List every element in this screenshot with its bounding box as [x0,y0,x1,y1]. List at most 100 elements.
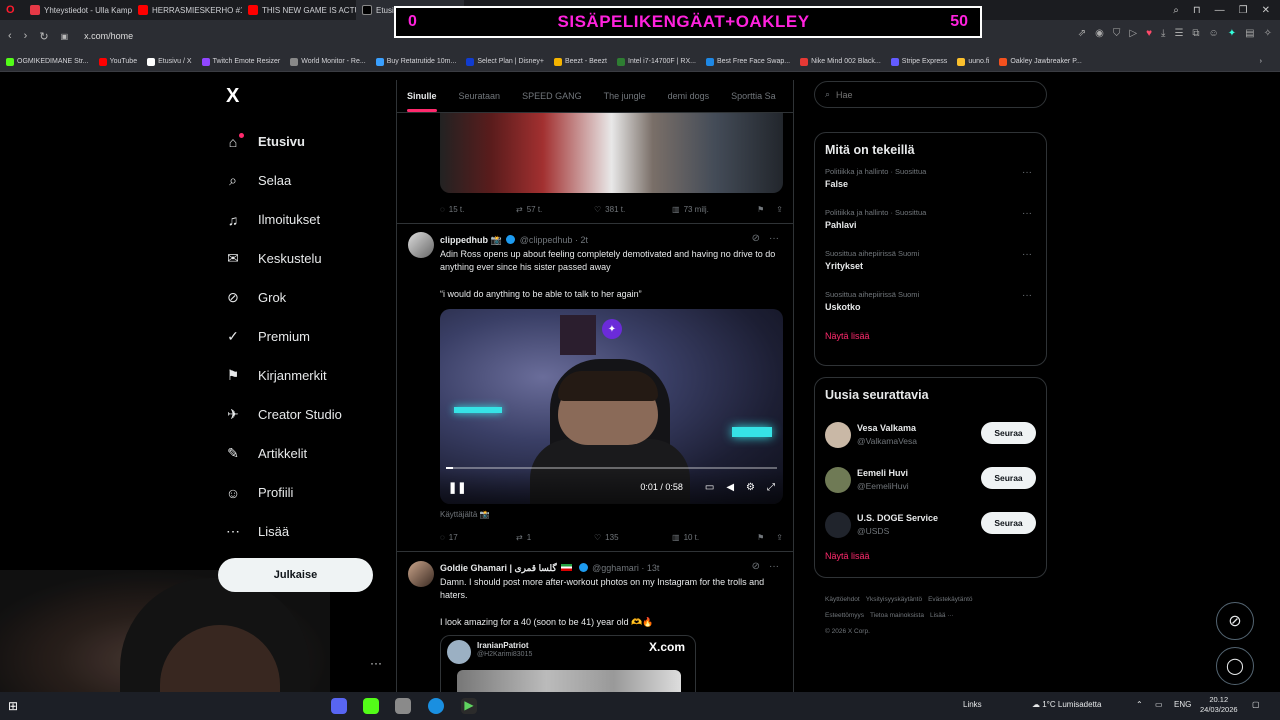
nav-item-artikkelit[interactable]: ✎ Artikkelit [224,434,404,473]
like-button[interactable]: ♡ 135 [594,533,672,542]
footer-link[interactable]: Käyttöehdot [825,596,860,603]
video-caption[interactable]: Käyttäjältä 📸 [440,510,490,519]
shield-icon[interactable]: ⛉ [1113,28,1121,39]
notifications-icon[interactable]: ▢ [1252,700,1260,709]
app-play-icon[interactable]: ▶ [461,698,477,714]
download-icon[interactable]: ⤓ [1161,28,1165,39]
author-name[interactable]: clippedhub [440,235,488,245]
bookmark-item[interactable]: Beezt - Beezt [553,57,607,66]
volume-icon[interactable]: ◀ [726,482,734,493]
reply-button[interactable]: ◌ 15 t. [440,205,516,214]
tweet-time[interactable]: · 13t [641,563,659,573]
footer-link[interactable]: Esteettömyys [825,612,864,619]
more-icon[interactable]: ··· [1022,208,1032,219]
trend-item[interactable]: Suosittua aihepiirissä Suomi Yritykset ··· [825,249,1036,290]
trend-item[interactable]: Suosittua aihepiirissä Suomi Uskotko ··· [825,290,1036,331]
messages-float-button[interactable]: ◯ [1216,647,1254,685]
nav-item-creator-studio[interactable]: ✈ Creator Studio [224,395,404,434]
nav-item-lisää[interactable]: ⋯ Lisää [224,512,404,551]
clock[interactable]: 20.12 24/03/2026 [1200,695,1238,715]
bookmark-item[interactable]: Intel i7-14700F | RX... [617,57,696,66]
views-button[interactable]: ▥ 73 milj. [672,205,756,214]
url-field[interactable]: x.com/home [84,31,133,41]
search-box[interactable]: ⌕ [814,81,1047,108]
feed-tab[interactable]: Sporttia Sa [731,91,776,101]
nav-item-kirjanmerkit[interactable]: ⚑ Kirjanmerkit [224,356,404,395]
fullscreen-icon[interactable]: ⤢ [767,482,775,493]
grok-icon[interactable]: ⊘ [752,561,760,572]
bookmark-item[interactable]: uuno.fi [957,57,989,66]
edge-icon[interactable] [428,698,444,714]
bookmark-item[interactable]: Etusivu / X [147,57,192,66]
author-name[interactable]: Goldie Ghamari | گلسا قمری [440,563,557,573]
kick-icon[interactable] [363,698,379,714]
play-icon[interactable]: ▷ [1129,28,1137,39]
bookmark-item[interactable]: Twitch Emote Resizer [201,57,280,66]
weather-widget[interactable]: ☁ 1°C Lumisadetta [1032,700,1101,709]
trend-item[interactable]: Politiikka ja hallinto · Suosittua False ·… [825,167,1036,208]
windows-start-icon[interactable]: ⊞ [8,699,22,713]
follow-button[interactable]: Seuraa [981,467,1036,489]
tray-expand-icon[interactable]: ⌃ [1136,700,1143,709]
bookmark-item[interactable]: Oakley Jawbreaker P... [999,57,1082,66]
views-button[interactable]: ▥ 10 t. [672,533,756,542]
minimize-icon[interactable]: — [1215,5,1225,16]
more-icon[interactable]: ··· [1022,249,1032,260]
more-icon[interactable]: ··· [1022,290,1032,301]
footer-link[interactable]: Lisää ··· [930,612,954,619]
bookmark-item[interactable]: Select Plan | Disney+ [466,57,544,66]
x-logo[interactable]: X [226,85,239,108]
share-icon[interactable]: ⇪ [776,205,783,214]
share-icon[interactable]: ⇪ [776,533,783,542]
avatar[interactable] [408,561,434,587]
network-icon[interactable]: ▭ [1155,700,1163,709]
follow-button[interactable]: Seuraa [981,422,1036,444]
footer-link[interactable]: Tietoa mainoksista [870,612,924,619]
account-more-icon[interactable]: ··· [370,656,382,670]
post-button[interactable]: Julkaise [218,558,373,592]
nav-item-ilmoitukset[interactable]: ♫ Ilmoitukset [224,200,404,239]
sidebar-toggle-icon[interactable]: ▤ [1245,28,1254,39]
author-handle[interactable]: @clippedhub [520,235,573,245]
avatar[interactable] [408,232,434,258]
nav-item-grok[interactable]: ⊘ Grok [224,278,404,317]
grok-icon[interactable]: ⊘ [752,233,760,244]
grok-analyze-icon[interactable]: ✦ [602,319,622,339]
menu-icon[interactable]: ☰ [1174,28,1183,39]
footer-link[interactable]: © 2026 X Corp. [825,628,870,635]
heart-icon[interactable]: ♥ [1146,28,1152,39]
pin-icon[interactable]: ⊓ [1193,5,1201,16]
retweet-button[interactable]: ⇄ 57 t. [516,205,594,214]
nav-item-keskustelu[interactable]: ✉ Keskustelu [224,239,404,278]
show-more-trends[interactable]: Näytä lisää [825,331,1036,341]
bookmark-item[interactable]: YouTube [98,57,137,66]
bookmark-item[interactable]: OGMIKEDIMANE Str... [6,57,89,66]
maximize-icon[interactable]: ❐ [1239,5,1248,16]
browser-tab[interactable]: HERRASMIESKERHO #15 | [132,0,242,20]
bookmark-item[interactable]: Nike Mind 002 Black... [800,57,881,66]
bookmark-icon[interactable]: ⚑ [757,533,764,542]
camera-icon[interactable]: ◉ [1095,28,1104,39]
show-more-follow[interactable]: Näytä lisää [825,551,1036,561]
close-window-icon[interactable]: ✕ [1262,5,1270,16]
forward-icon[interactable]: › [24,30,28,42]
feed-tab[interactable]: Seurataan [459,91,501,101]
profile-icon[interactable]: ☺ [1209,28,1219,39]
more-icon[interactable]: ··· [769,561,779,572]
follow-suggestion[interactable]: U.S. DOGE Service @USDS Seuraa [825,502,1036,547]
settings-icon[interactable]: ⚙ [746,482,755,493]
follow-button[interactable]: Seuraa [981,512,1036,534]
search-input[interactable] [836,89,1017,100]
browser-tab[interactable]: Yhteystiedot - Ulla Kampr [24,0,132,20]
nav-item-etusivu[interactable]: ⌂ Etusivu [224,122,404,161]
share-icon[interactable]: ⇗ [1078,28,1086,39]
like-button[interactable]: ♡ 381 t. [594,205,672,214]
reload-icon[interactable]: ↻ [39,30,48,43]
feed-tab[interactable]: The jungle [604,91,646,101]
tweet-time[interactable]: · 2t [575,235,588,245]
video-progress-bar[interactable] [446,467,777,469]
footer-link[interactable]: Yksityisyyskäytäntö [866,596,922,603]
grok-float-button[interactable]: ⊘ [1216,602,1254,640]
bookmark-item[interactable]: Stripe Express [890,57,947,66]
bookmarks-overflow-icon[interactable]: › [1260,58,1280,65]
